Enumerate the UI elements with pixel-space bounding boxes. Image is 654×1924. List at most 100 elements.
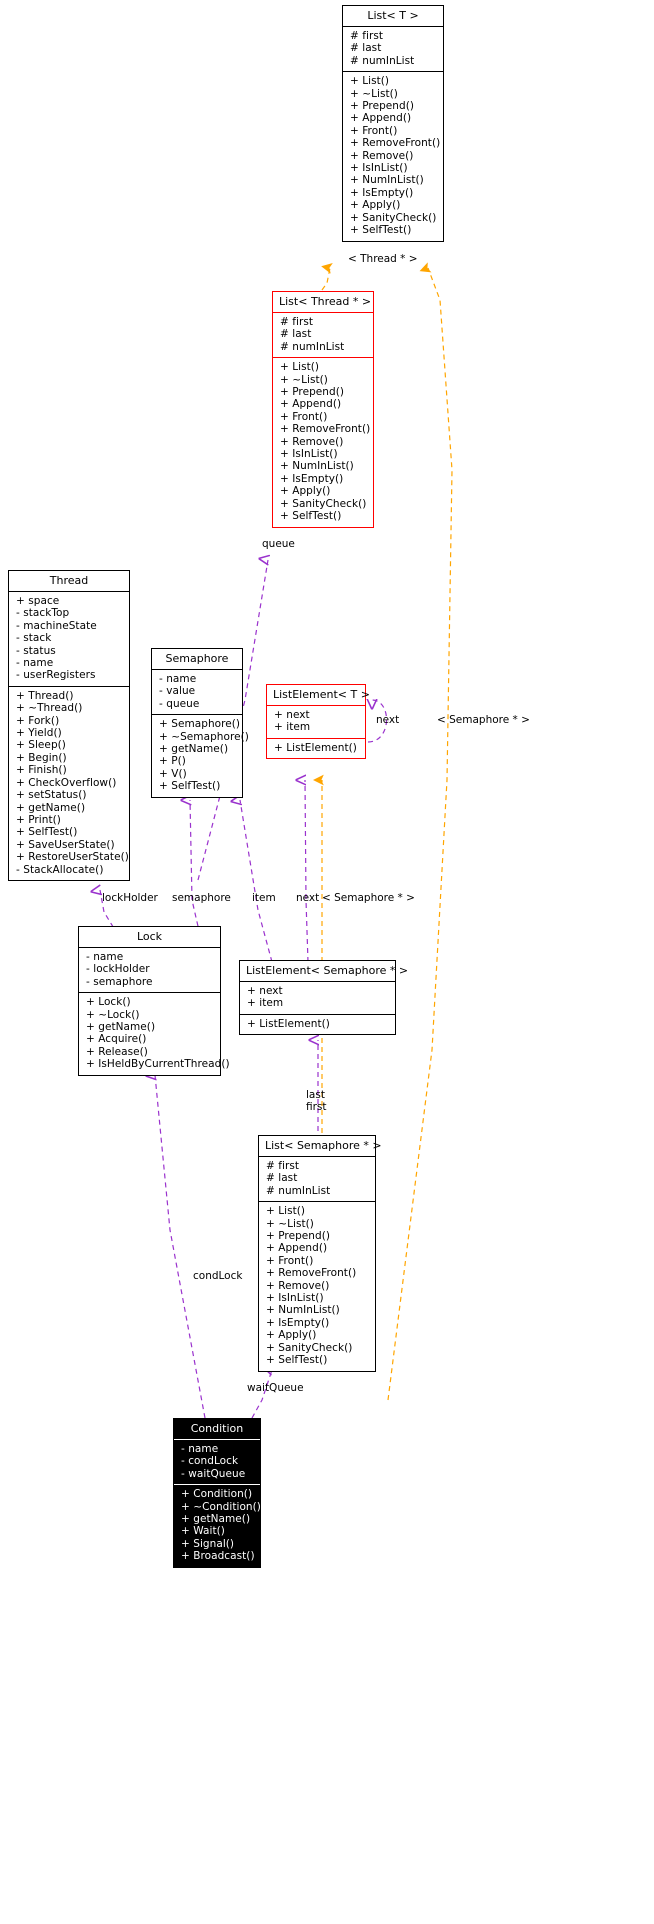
method: + Apply() — [280, 485, 331, 498]
edge-label-semaphore: semaphore — [172, 892, 231, 904]
class-title: List< T > — [343, 6, 443, 27]
method: + ListElement() — [247, 1017, 330, 1030]
attribute: - name — [16, 657, 54, 670]
methods-section: + Thread() + ~Thread() + Fork() + Yield(… — [9, 687, 129, 880]
usage-item — [240, 800, 273, 963]
method: + Append() — [266, 1242, 328, 1255]
method: + RemoveFront() — [266, 1267, 357, 1280]
method: + Prepend() — [280, 386, 345, 399]
attribute: # first — [280, 316, 314, 328]
attribute: + next — [247, 985, 283, 997]
method: + Prepend() — [266, 1230, 331, 1243]
method: + ~List() — [350, 87, 398, 100]
method: + Remove() — [266, 1279, 330, 1292]
method: + ~Condition() — [181, 1500, 261, 1513]
methods-section: + List() + ~List() + Prepend() + Append(… — [343, 72, 443, 240]
inheritance-list-thread — [321, 263, 333, 291]
class-node-listelement-t[interactable]: ListElement< T > + next + item + ListEle… — [266, 684, 370, 760]
method: + getName() — [159, 743, 229, 756]
diagram-canvas: List< T > # first # last # numInList + L… — [0, 0, 654, 1924]
attribute: # numInList — [266, 1184, 331, 1197]
edge-label-semaphore-ptr-right: < Semaphore * > — [437, 714, 530, 726]
method: + ~List() — [266, 1217, 314, 1230]
attribute: - semaphore — [86, 975, 153, 988]
method: + ~Lock() — [86, 1008, 140, 1021]
attributes-section: # first # last # numInList — [343, 27, 443, 73]
method: + Release() — [86, 1045, 148, 1058]
attribute: - machineState — [16, 619, 97, 632]
method: + ~Thread() — [16, 702, 83, 715]
class-node-list-thread[interactable]: List< Thread * > # first # last # numInL… — [272, 291, 374, 528]
class-title: ListElement< Semaphore * > — [240, 961, 408, 982]
class-node-thread[interactable]: Thread + space - stackTop - machineState… — [8, 570, 130, 881]
method: + Front() — [350, 124, 398, 137]
method: + IsInList() — [280, 448, 338, 461]
methods-section: + Lock() + ~Lock() + getName() + Acquire… — [79, 993, 230, 1074]
attributes-section: # first # last # numInList — [273, 313, 373, 359]
attribute: # first — [350, 30, 384, 42]
method: + SanityCheck() — [280, 497, 367, 510]
class-title: List< Thread * > — [273, 292, 373, 313]
method: + Prepend() — [350, 100, 415, 113]
attribute: - name — [159, 673, 197, 685]
edge-label-first: first — [306, 1101, 327, 1113]
attribute: # numInList — [280, 340, 345, 353]
method: + V() — [159, 767, 187, 780]
class-node-semaphore[interactable]: Semaphore - name - value - queue + Semap… — [151, 648, 249, 798]
attribute: + item — [274, 721, 311, 734]
method: + Sleep() — [16, 739, 66, 752]
method: + SelfTest() — [266, 1354, 328, 1367]
method: + ~Semaphore() — [159, 730, 249, 743]
method: + Front() — [266, 1254, 314, 1267]
edge-label-last: last — [306, 1089, 325, 1101]
attribute: - status — [16, 644, 56, 657]
class-node-listelement-semaphore[interactable]: ListElement< Semaphore * > + next + item… — [239, 960, 408, 1036]
method: + getName() — [181, 1513, 251, 1526]
attribute: - value — [159, 685, 196, 698]
class-node-condition[interactable]: Condition - name - condLock - waitQueue … — [173, 1418, 261, 1568]
edge-label-thread-ptr: < Thread * > — [348, 253, 418, 265]
method: + IsEmpty() — [280, 472, 344, 485]
method: + SelfTest() — [350, 224, 412, 237]
method: + IsEmpty() — [350, 186, 414, 199]
method: - StackAllocate() — [16, 863, 104, 876]
attribute: + item — [247, 997, 284, 1010]
methods-section: + List() + ~List() + Prepend() + Append(… — [259, 1202, 375, 1370]
method: + IsInList() — [350, 162, 408, 175]
method: + Acquire() — [86, 1033, 147, 1046]
method: + Begin() — [16, 751, 67, 764]
class-node-list-t[interactable]: List< T > # first # last # numInList + L… — [342, 5, 444, 242]
edge-label-condlock: condLock — [193, 1270, 243, 1282]
attribute: - stackTop — [16, 607, 70, 620]
attribute: - name — [86, 951, 124, 963]
class-node-list-semaphore[interactable]: List< Semaphore * > # first # last # num… — [258, 1135, 382, 1372]
edge-label-waitqueue: waitQueue — [247, 1382, 304, 1394]
method: + Thread() — [16, 689, 74, 702]
class-title: Thread — [9, 571, 129, 592]
edge-label-next-mid: next — [296, 892, 320, 904]
method: + RemoveFront() — [280, 423, 371, 436]
method: + Wait() — [181, 1525, 225, 1538]
method: + IsInList() — [266, 1292, 324, 1305]
attributes-section: + next + item — [267, 706, 365, 739]
method: + NumInList() — [280, 460, 354, 473]
usage-semaphore — [190, 800, 201, 936]
class-node-lock[interactable]: Lock - name - lockHolder - semaphore + L… — [78, 926, 230, 1076]
method: + IsHeldByCurrentThread() — [86, 1058, 230, 1071]
method: + getName() — [16, 801, 86, 814]
attribute: # last — [350, 42, 382, 55]
class-title: Lock — [79, 927, 220, 948]
attributes-section: # first # last # numInList — [259, 1157, 375, 1203]
edge-label-semaphore-ptr-mid: < Semaphore * > — [322, 892, 415, 904]
method: + SanityCheck() — [266, 1341, 353, 1354]
method: + Signal() — [181, 1537, 235, 1550]
method: + Yield() — [16, 727, 62, 740]
edge-label-item: item — [252, 892, 276, 904]
method: + IsEmpty() — [266, 1316, 330, 1329]
edge-label-lockholder: lockHolder — [102, 892, 158, 904]
method: + SaveUserState() — [16, 838, 115, 851]
method: + SelfTest() — [159, 780, 221, 793]
attribute: - userRegisters — [16, 669, 96, 682]
edge-label-next-top: next — [376, 714, 400, 726]
method: + SelfTest() — [280, 510, 342, 523]
